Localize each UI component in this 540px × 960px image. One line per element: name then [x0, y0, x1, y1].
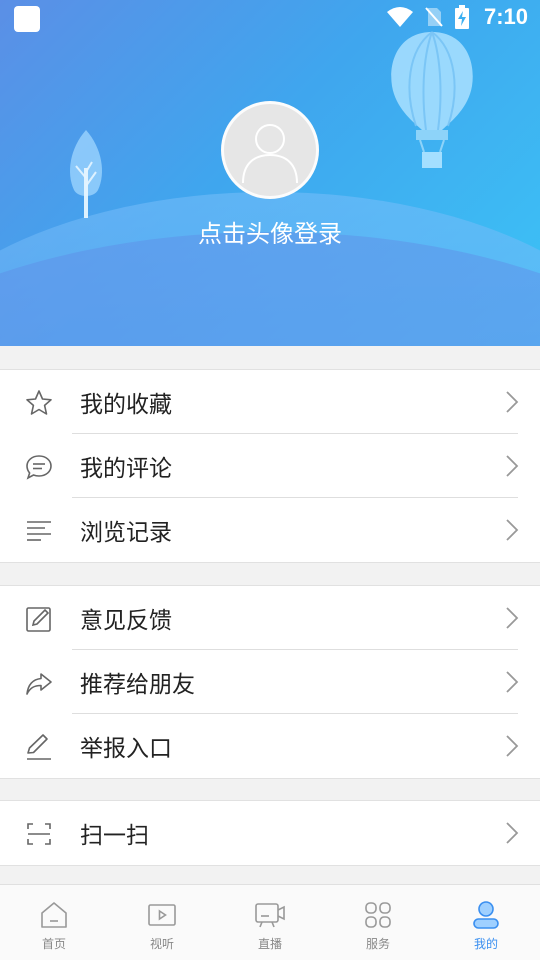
menu-group-tools: 扫一扫	[0, 800, 540, 866]
menu-item-report[interactable]: 举报入口	[0, 714, 540, 778]
chevron-right-icon	[506, 391, 519, 413]
menu-group-feedback: 意见反馈 推荐给朋友 举报入口	[0, 585, 540, 779]
menu-item-share[interactable]: 推荐给朋友	[0, 650, 540, 714]
menu-item-comments[interactable]: 我的评论	[0, 434, 540, 498]
chevron-right-icon	[506, 671, 519, 693]
home-icon	[38, 899, 70, 931]
menu-item-history[interactable]: 浏览记录	[0, 498, 540, 562]
no-sim-icon	[425, 7, 443, 27]
battery-charging-icon	[454, 5, 469, 29]
comment-icon	[24, 452, 54, 482]
status-time: 7:10	[483, 4, 528, 29]
login-prompt[interactable]: 点击头像登录	[0, 214, 540, 249]
tab-label: 直播	[257, 937, 282, 951]
tab-label: 服务	[365, 937, 390, 951]
video-play-icon	[146, 899, 178, 931]
tab-label: 视听	[149, 937, 174, 951]
menu-item-scan[interactable]: 扫一扫	[0, 801, 540, 865]
share-icon	[24, 668, 54, 698]
menu-item-label: 我的评论	[80, 456, 172, 482]
chevron-right-icon	[506, 735, 519, 757]
tab-home[interactable]: 首页	[0, 885, 108, 960]
report-pen-icon	[24, 732, 54, 762]
profile-icon	[470, 899, 502, 931]
star-icon	[24, 388, 54, 418]
chevron-right-icon	[506, 519, 519, 541]
services-grid-icon	[362, 899, 394, 931]
tab-label: 首页	[41, 937, 66, 951]
menu-item-label: 意见反馈	[80, 608, 172, 634]
wifi-icon	[386, 7, 413, 27]
tab-video[interactable]: 视听	[108, 885, 216, 960]
menu-item-label: 举报入口	[80, 736, 172, 762]
menu-item-label: 我的收藏	[80, 392, 172, 418]
menu-group-personal: 我的收藏 我的评论 浏览记录	[0, 369, 540, 563]
app-notification-icon	[14, 6, 40, 32]
scan-icon	[24, 819, 54, 849]
hot-air-balloon-illustration	[391, 31, 473, 168]
avatar[interactable]	[221, 101, 319, 199]
live-camera-icon	[254, 899, 286, 931]
default-user-icon	[242, 124, 298, 184]
menu-item-label: 浏览记录	[80, 520, 172, 546]
feedback-edit-icon	[24, 604, 54, 634]
profile-header: 7:10 点击头像登录	[0, 0, 540, 346]
chevron-right-icon	[506, 822, 519, 844]
chevron-right-icon	[506, 607, 519, 629]
tab-label: 我的	[473, 937, 498, 951]
tab-profile[interactable]: 我的	[432, 885, 540, 960]
menu-item-label: 推荐给朋友	[80, 672, 195, 698]
bottom-tab-bar: 首页 视听 直播 服务 我的	[0, 884, 540, 960]
tab-services[interactable]: 服务	[324, 885, 432, 960]
menu-item-label: 扫一扫	[80, 823, 149, 849]
history-list-icon	[24, 516, 54, 546]
tree-illustration	[70, 130, 102, 218]
menu-item-favorites[interactable]: 我的收藏	[0, 370, 540, 434]
menu-item-feedback[interactable]: 意见反馈	[0, 586, 540, 650]
chevron-right-icon	[506, 455, 519, 477]
tab-live[interactable]: 直播	[216, 885, 324, 960]
